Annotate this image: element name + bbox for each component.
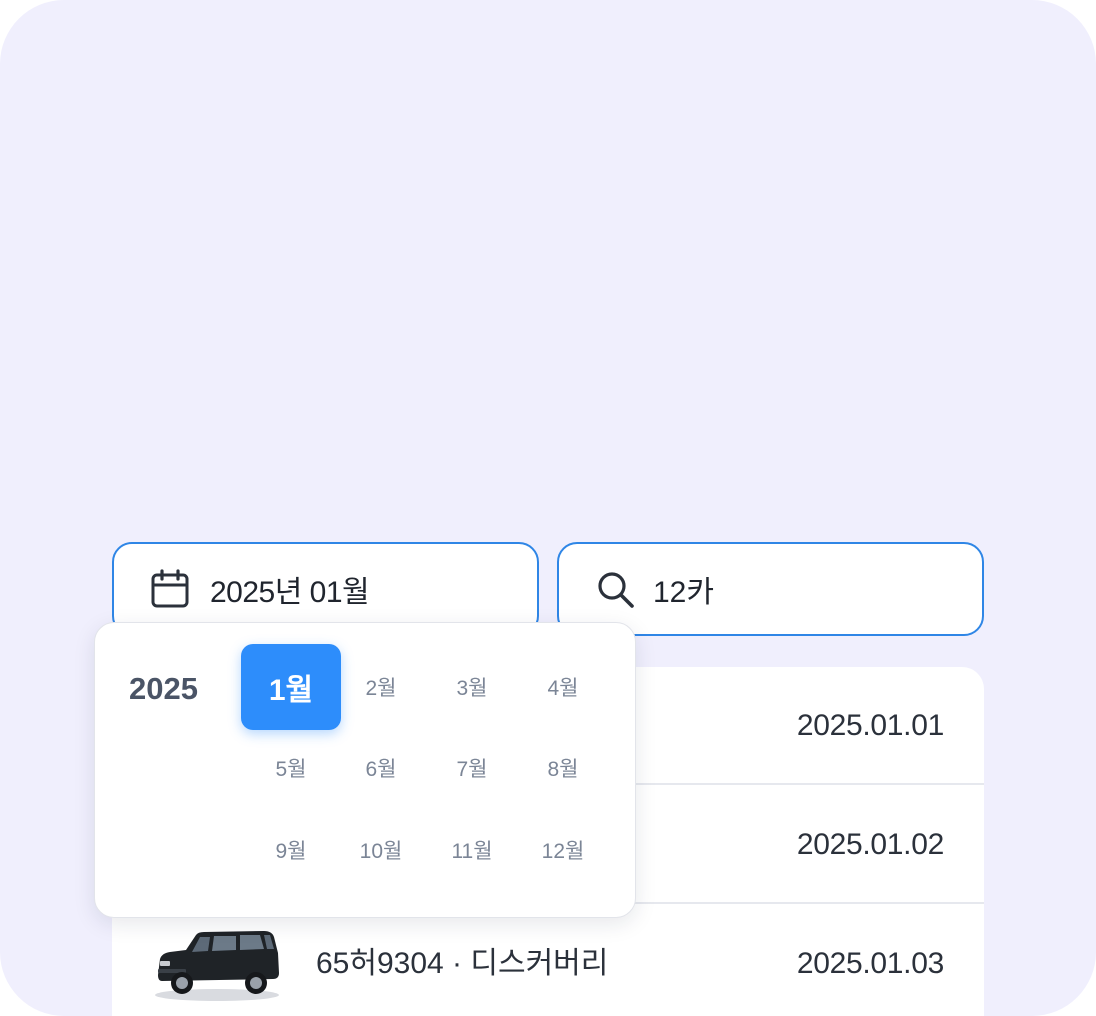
vehicle-thumbnail [152, 923, 282, 1008]
search-input[interactable] [653, 572, 953, 606]
month-option-3[interactable]: 3월 [422, 644, 522, 730]
vehicle-date: 2025.01.03 [796, 947, 944, 980]
month-option-11[interactable]: 11월 [422, 807, 522, 893]
month-option-6[interactable]: 6월 [331, 725, 431, 811]
month-option-12[interactable]: 12월 [513, 807, 613, 893]
search-icon [595, 569, 635, 609]
selected-month-value: 2025년 01월 [210, 576, 370, 609]
month-option-7[interactable]: 7월 [422, 725, 522, 811]
month-option-8[interactable]: 8월 [513, 725, 613, 811]
app-background: 2025년 01월 2025.01.01 2025.01.02 [0, 0, 1096, 1016]
month-option-9[interactable]: 9월 [241, 807, 341, 893]
calendar-icon [150, 569, 190, 609]
month-picker: 2025 1월 2월 3월 4월 5월 6월 7월 8월 9월 10월 11월 … [94, 622, 636, 918]
picker-year: 2025 [129, 671, 198, 706]
month-option-1[interactable]: 1월 [241, 644, 341, 730]
vehicle-date: 2025.01.02 [796, 828, 944, 861]
month-option-10[interactable]: 10월 [331, 807, 431, 893]
list-item[interactable]: 65허9304 · 디스커버리 2025.01.03 [112, 905, 984, 1016]
vehicle-date: 2025.01.01 [796, 709, 944, 742]
month-option-4[interactable]: 4월 [513, 644, 613, 730]
vehicle-title: 65허9304 · 디스커버리 [316, 947, 609, 980]
month-option-2[interactable]: 2월 [331, 644, 431, 730]
month-option-5[interactable]: 5월 [241, 725, 341, 811]
